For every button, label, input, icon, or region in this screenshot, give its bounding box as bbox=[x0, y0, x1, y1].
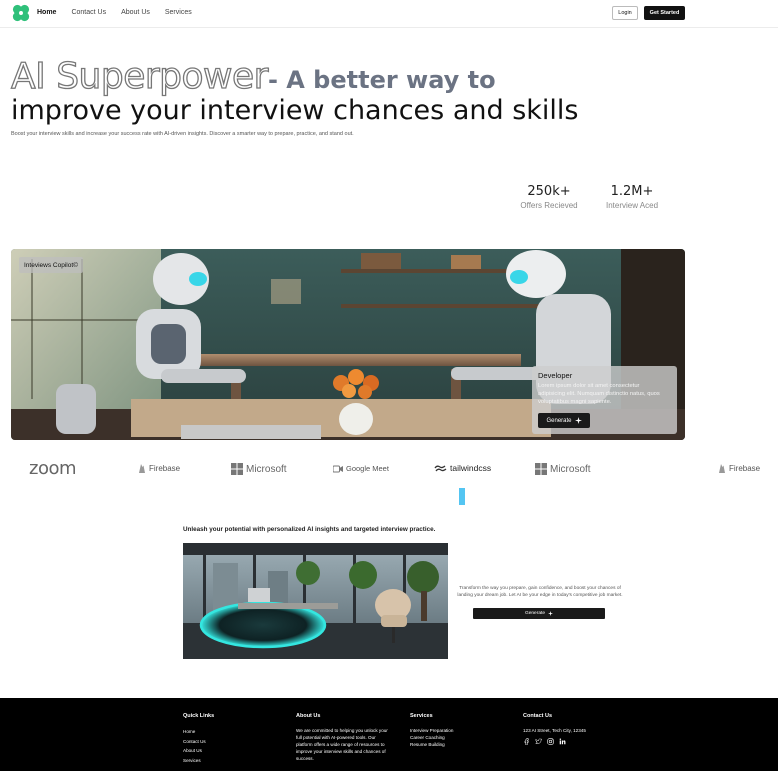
social-links bbox=[523, 738, 586, 745]
firebase-logo-2: Firebase bbox=[718, 463, 760, 474]
footer-service-resume[interactable]: Resume Building bbox=[410, 741, 453, 748]
top-nav: Home Contact Us About Us Services Login … bbox=[0, 0, 778, 28]
footer-address: 123 AI Street, Tech City, 12345 bbox=[523, 728, 586, 733]
developer-card: Developer Lorem ipsum dolor sit amet con… bbox=[532, 366, 677, 434]
banner-generate-label: Generate bbox=[546, 417, 572, 424]
feature-generate-button[interactable]: Generate bbox=[473, 608, 605, 619]
footer-services-title: Services bbox=[410, 713, 433, 719]
feature-generate-label: Generate bbox=[524, 611, 545, 616]
tailwind-icon bbox=[434, 465, 447, 472]
nav-link-contact[interactable]: Contact Us bbox=[71, 9, 106, 16]
tailwindcss-logo: tailwindcss bbox=[434, 463, 491, 473]
sparkle-icon bbox=[574, 417, 582, 424]
nav-link-services[interactable]: Services bbox=[165, 9, 192, 16]
nav-link-about[interactable]: About Us bbox=[121, 9, 150, 16]
footer-link-about[interactable]: About Us bbox=[183, 746, 214, 756]
microsoft-logo-text: Microsoft bbox=[246, 463, 287, 475]
footer-about-text: We are committed to helping you unlock y… bbox=[296, 728, 388, 761]
footer-services: Services Interview Preparation Career Co… bbox=[410, 713, 453, 748]
stat-offers-value: 250k+ bbox=[527, 184, 571, 199]
developer-card-title: Developer bbox=[538, 371, 573, 380]
microsoft-logo-2: Microsoft bbox=[535, 463, 591, 475]
stat-interviews-value: 1.2M+ bbox=[610, 184, 654, 199]
footer-quick-links: Quick Links Home Contact Us About Us Ser… bbox=[183, 713, 214, 765]
nav-link-home[interactable]: Home bbox=[37, 9, 56, 16]
google-meet-logo: Google Meet bbox=[333, 464, 389, 473]
feature-title: Unleash your potential with personalized… bbox=[183, 526, 436, 533]
feature-description: Transform the way you prepare, gain conf… bbox=[457, 586, 623, 598]
firebase-logo-2-text: Firebase bbox=[729, 464, 761, 473]
footer-link-contact[interactable]: Contact Us bbox=[183, 737, 214, 747]
footer-contact-title: Contact Us bbox=[523, 713, 553, 719]
zoom-logo: zoom bbox=[29, 458, 77, 479]
instagram-icon[interactable] bbox=[547, 738, 554, 745]
login-button[interactable]: Login bbox=[612, 6, 638, 20]
carousel-indicator bbox=[459, 488, 465, 505]
futuristic-office-illustration bbox=[183, 543, 448, 659]
firebase-icon bbox=[139, 464, 145, 473]
footer-quick-links-title: Quick Links bbox=[183, 713, 215, 719]
linkedin-icon[interactable] bbox=[559, 738, 566, 745]
office-image bbox=[183, 543, 448, 659]
microsoft-logo: Microsoft bbox=[231, 463, 287, 475]
sparkle-icon bbox=[548, 611, 553, 616]
twitter-icon[interactable] bbox=[535, 738, 542, 745]
microsoft-icon bbox=[231, 463, 243, 475]
developer-card-text: Lorem ipsum dolor sit amet consectetur a… bbox=[538, 383, 660, 405]
footer-service-coaching[interactable]: Career Coaching bbox=[410, 734, 453, 741]
google-meet-icon bbox=[333, 465, 343, 472]
brand-logo-icon[interactable] bbox=[12, 4, 30, 22]
stat-offers-label: Offers Recieved bbox=[520, 201, 578, 210]
site-footer: Quick Links Home Contact Us About Us Ser… bbox=[0, 698, 778, 771]
facebook-icon[interactable] bbox=[523, 738, 530, 745]
firebase-logo-text: Firebase bbox=[149, 464, 181, 473]
hero-title-line1: AI Superpower- A better way to bbox=[10, 55, 496, 98]
tailwindcss-logo-text: tailwindcss bbox=[450, 463, 492, 473]
hero-subtitle: Boost your interview skills and increase… bbox=[11, 131, 354, 137]
stat-interviews-label: Interview Aced bbox=[605, 201, 659, 210]
footer-contact: Contact Us 123 AI Street, Tech City, 123… bbox=[523, 713, 586, 745]
footer-about-title: About Us bbox=[296, 713, 321, 719]
footer-link-services[interactable]: Services bbox=[183, 756, 214, 766]
get-started-button[interactable]: Get Started bbox=[644, 6, 685, 20]
footer-link-home[interactable]: Home bbox=[183, 727, 214, 737]
stat-interviews: 1.2M+ Interview Aced bbox=[598, 184, 666, 210]
hero-title-bold: - A better way to bbox=[267, 66, 496, 94]
partner-logos: zoom Firebase Microsoft Google Meet tail… bbox=[0, 458, 778, 482]
copilot-badge: Inteviews Copilot© bbox=[19, 257, 83, 273]
google-meet-logo-text: Google Meet bbox=[346, 464, 389, 473]
hero-title-outline: AI Superpower bbox=[10, 55, 269, 97]
microsoft-icon bbox=[535, 463, 547, 475]
firebase-logo: Firebase bbox=[138, 463, 180, 474]
stat-offers: 250k+ Offers Recieved bbox=[514, 184, 584, 210]
banner-generate-button[interactable]: Generate bbox=[538, 413, 590, 428]
hero-banner-image: Inteviews Copilot© Developer Lorem ipsum… bbox=[11, 249, 685, 440]
zoom-logo-text: zoom bbox=[29, 458, 77, 479]
footer-about: About Us We are committed to helping you… bbox=[296, 713, 392, 762]
microsoft-logo-2-text: Microsoft bbox=[550, 463, 591, 475]
nav-links: Home Contact Us About Us Services bbox=[37, 9, 192, 16]
footer-service-interview[interactable]: Interview Preparation bbox=[410, 727, 453, 734]
firebase-icon bbox=[719, 464, 725, 473]
hero-title-line2: improve your interview chances and skill… bbox=[11, 95, 579, 126]
